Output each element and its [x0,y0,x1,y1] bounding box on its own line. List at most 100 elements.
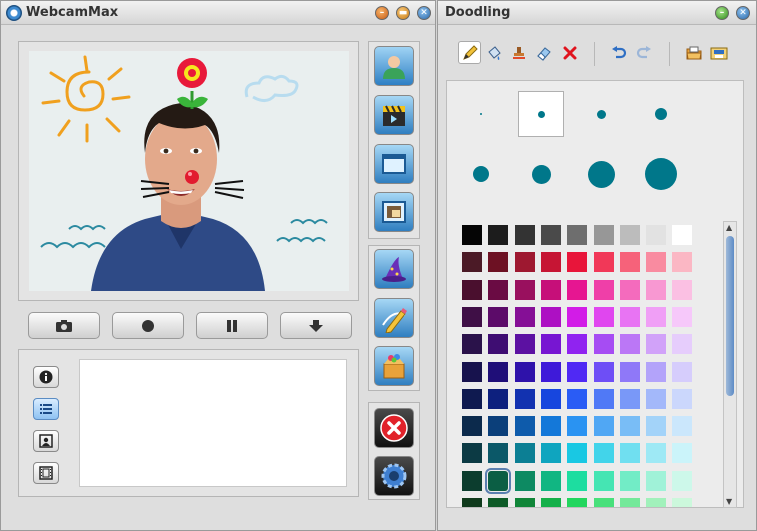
color-swatch[interactable] [462,361,482,382]
color-swatch[interactable] [646,361,667,382]
color-swatch[interactable] [567,443,588,464]
color-swatch[interactable] [462,443,482,464]
color-swatch[interactable] [540,443,561,464]
color-swatch[interactable] [593,443,614,464]
eraser-tool-button[interactable] [532,41,555,64]
color-swatch[interactable] [672,306,693,327]
brush-size-option[interactable] [458,91,504,137]
color-swatch[interactable] [593,225,614,245]
redo-button[interactable] [632,41,655,64]
color-swatch[interactable] [646,306,667,327]
color-swatch[interactable] [488,498,509,507]
brush-size-option[interactable] [578,151,624,197]
color-swatch[interactable] [619,252,640,273]
pencil-tool-button[interactable] [458,41,481,64]
color-swatch[interactable] [593,361,614,382]
picture-in-picture-button[interactable] [374,192,414,232]
doodle-minimize-button[interactable]: – [715,6,729,20]
brush-size-option[interactable] [638,91,684,137]
color-swatch[interactable] [567,279,588,300]
color-swatch[interactable] [462,470,482,491]
settings-button[interactable] [374,456,414,496]
color-swatch[interactable] [514,470,535,491]
color-swatch[interactable] [567,225,588,245]
window-frame-button[interactable] [374,144,414,184]
brush-size-option[interactable] [518,91,564,137]
info-view-button[interactable] [33,366,59,388]
color-swatch[interactable] [462,388,482,409]
scroll-up-arrow[interactable]: ▲ [726,223,732,232]
snapshot-button[interactable] [28,312,100,339]
gift-box-button[interactable] [374,346,414,386]
color-swatch[interactable] [672,252,693,273]
color-swatch[interactable] [540,334,561,355]
color-swatch[interactable] [488,279,509,300]
color-swatch[interactable] [672,361,693,382]
color-swatch[interactable] [462,306,482,327]
brush-size-option[interactable] [518,151,564,197]
color-swatch[interactable] [619,416,640,437]
color-swatch[interactable] [488,225,509,245]
color-swatch[interactable] [646,225,667,245]
color-swatch[interactable] [646,388,667,409]
color-swatch[interactable] [488,388,509,409]
list-view-button[interactable] [33,398,59,420]
color-swatch[interactable] [593,306,614,327]
save-button[interactable] [707,41,730,64]
color-swatch[interactable] [567,416,588,437]
color-swatch[interactable] [488,306,509,327]
color-swatch[interactable] [540,225,561,245]
color-swatch[interactable] [540,416,561,437]
pause-button[interactable] [196,312,268,339]
color-swatch[interactable] [646,252,667,273]
color-swatch[interactable] [462,498,482,507]
color-swatch[interactable] [514,443,535,464]
color-swatch[interactable] [567,306,588,327]
color-swatch[interactable] [540,498,561,507]
color-swatch[interactable] [567,470,588,491]
magic-effects-button[interactable] [374,249,414,289]
color-swatch[interactable] [462,334,482,355]
color-swatch[interactable] [514,334,535,355]
color-swatch[interactable] [514,498,535,507]
color-swatch[interactable] [462,252,482,273]
video-clip-button[interactable] [374,95,414,135]
doodle-button[interactable] [374,298,414,338]
color-swatch[interactable] [567,252,588,273]
color-swatch[interactable] [488,361,509,382]
color-swatch[interactable] [619,498,640,507]
color-swatch[interactable] [619,470,640,491]
color-swatch[interactable] [514,279,535,300]
color-swatch[interactable] [488,334,509,355]
film-view-button[interactable] [33,462,59,484]
color-swatch[interactable] [672,334,693,355]
color-swatch[interactable] [593,416,614,437]
media-list-area[interactable] [79,359,347,487]
download-button[interactable] [280,312,352,339]
color-swatch[interactable] [593,279,614,300]
color-swatch[interactable] [646,470,667,491]
color-swatch[interactable] [672,279,693,300]
color-swatch[interactable] [462,416,482,437]
undo-button[interactable] [607,41,630,64]
brush-size-option[interactable] [458,151,504,197]
color-swatch[interactable] [672,498,693,507]
color-swatch[interactable] [540,306,561,327]
color-swatch[interactable] [540,252,561,273]
color-swatch[interactable] [646,279,667,300]
minimize-window-button[interactable]: – [375,6,389,20]
color-swatch[interactable] [514,388,535,409]
clear-tool-button[interactable] [558,41,581,64]
color-swatch[interactable] [593,334,614,355]
color-swatch[interactable] [672,470,693,491]
color-swatch[interactable] [462,225,482,245]
person-effects-button[interactable] [374,46,414,86]
color-swatch[interactable] [514,416,535,437]
color-swatch[interactable] [593,470,614,491]
color-swatch[interactable] [567,388,588,409]
color-swatch[interactable] [672,443,693,464]
color-swatch[interactable] [646,334,667,355]
color-swatch[interactable] [567,361,588,382]
color-swatch[interactable] [514,361,535,382]
color-swatch[interactable] [619,306,640,327]
